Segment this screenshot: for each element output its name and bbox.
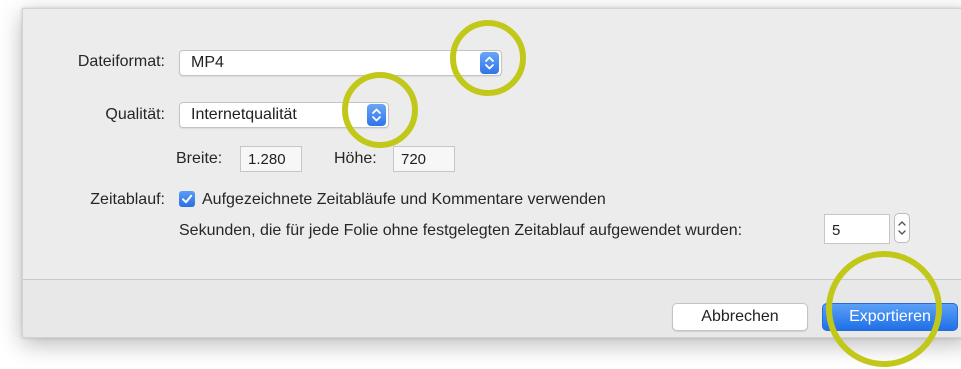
file-format-value: MP4 [191, 54, 224, 71]
highlight-circle-format [450, 20, 526, 96]
highlight-circle-export [826, 251, 942, 367]
seconds-label: Sekunden, die für jede Folie ohne festge… [179, 222, 743, 239]
height-label: Höhe: [334, 150, 377, 167]
height-field: 720 [393, 146, 455, 172]
width-value: 1.280 [248, 151, 286, 168]
checkmark-icon [182, 194, 193, 204]
up-down-chevron-icon [898, 221, 906, 235]
width-field: 1.280 [240, 146, 302, 172]
use-timings-label[interactable]: Aufgezeichnete Zeitabläufe und Kommentar… [202, 191, 606, 209]
dialog-footer: Abbrechen Exportieren [23, 279, 961, 337]
timing-label: Zeitablauf: [90, 191, 165, 208]
width-label: Breite: [176, 150, 223, 167]
seconds-stepper[interactable] [894, 213, 910, 243]
quality-value: Internetqualität [191, 106, 297, 123]
use-timings-checkbox[interactable] [179, 191, 195, 207]
height-value: 720 [401, 151, 427, 168]
file-format-label: Dateiformat: [77, 53, 165, 70]
seconds-input[interactable]: 5 [824, 214, 890, 244]
seconds-value: 5 [832, 222, 841, 239]
cancel-button[interactable]: Abbrechen [672, 303, 808, 331]
quality-label: Qualität: [105, 106, 165, 123]
highlight-circle-quality [342, 72, 418, 148]
